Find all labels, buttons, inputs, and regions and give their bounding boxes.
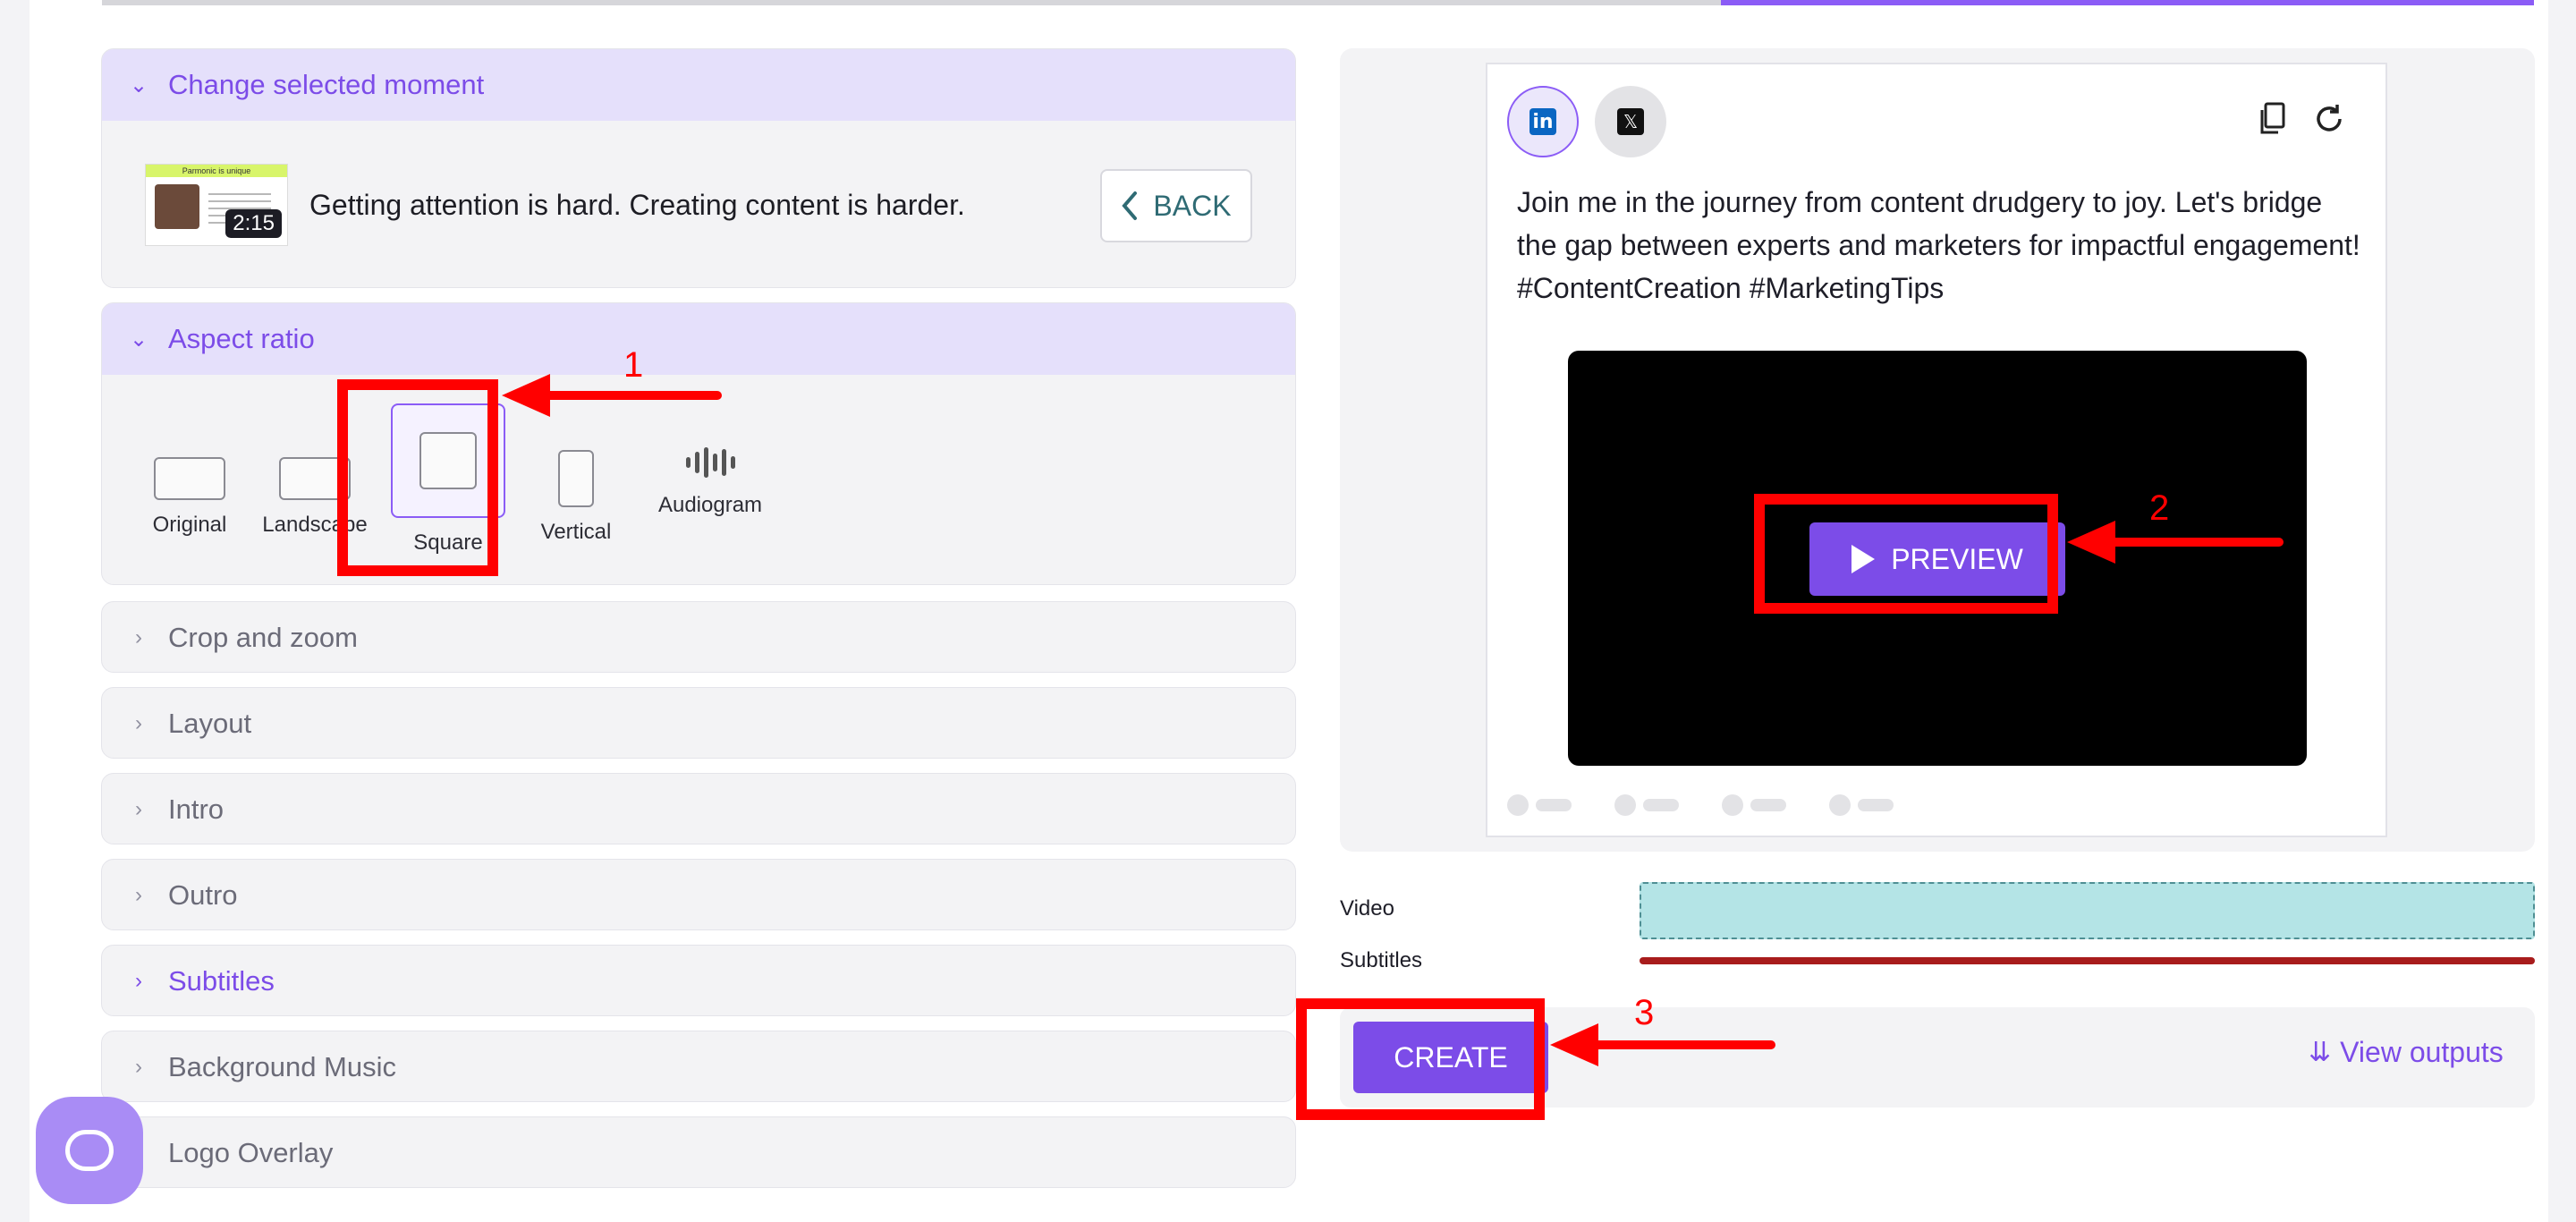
speaker-image: [155, 184, 199, 229]
video-track[interactable]: [1640, 882, 2535, 939]
progress-track: [102, 0, 1721, 5]
annotation-number-2: 2: [2149, 488, 2170, 528]
subtitles-header[interactable]: › Subtitles: [102, 946, 1295, 1015]
logo-overlay-section[interactable]: ›Logo Overlay: [101, 1116, 1296, 1188]
annotation-arrow-line-3: [1588, 1040, 1775, 1049]
reaction-placeholder: [1829, 794, 1894, 816]
section-title: Background Music: [168, 1051, 397, 1082]
back-button[interactable]: BACK: [1100, 169, 1252, 242]
change-moment-header[interactable]: ⌄ Change selected moment: [102, 49, 1295, 121]
section-title: Layout: [168, 708, 252, 739]
chevron-right-icon: ›: [135, 969, 142, 993]
ratio-option-audiogram[interactable]: Audiogram: [648, 430, 773, 518]
crop-zoom-header[interactable]: › Crop and zoom: [102, 602, 1295, 672]
section-title: Intro: [168, 793, 225, 825]
chevron-right-icon: ›: [135, 1055, 142, 1079]
ratio-label: Audiogram: [657, 493, 763, 517]
background-music-header[interactable]: › Background Music: [102, 1031, 1295, 1101]
x-icon: 𝕏: [1617, 108, 1644, 135]
double-chevron-down-icon: ⇊: [2309, 1037, 2332, 1068]
reaction-placeholder: [1614, 794, 1679, 816]
reaction-placeholder: [1722, 794, 1786, 816]
ratio-option-original[interactable]: Original: [145, 430, 234, 538]
duration-badge: 2:15: [225, 209, 282, 238]
linkedin-tab[interactable]: in: [1507, 86, 1579, 157]
section-title: Outro: [168, 879, 238, 911]
section-title: Subtitles: [168, 965, 275, 997]
vertical-ratio-icon: [558, 450, 594, 507]
background-music-section[interactable]: › Background Music: [101, 1031, 1296, 1102]
chevron-right-icon: ›: [135, 797, 142, 821]
aspect-ratio-title: Aspect ratio: [168, 323, 315, 354]
annotation-number-1: 1: [623, 345, 644, 385]
editor-page: ⌄ Change selected moment Parmonic is uni…: [30, 0, 2548, 1222]
logo-overlay-header[interactable]: ›Logo Overlay: [102, 1117, 1295, 1187]
change-moment-section: ⌄ Change selected moment Parmonic is uni…: [101, 48, 1296, 288]
view-outputs-link[interactable]: ⇊ View outputs: [2309, 1036, 2504, 1069]
subtitles-track-label: Subtitles: [1340, 948, 1423, 972]
chevron-down-icon: ⌄: [129, 327, 148, 352]
intro-header[interactable]: › Intro: [102, 774, 1295, 844]
subtitles-track[interactable]: [1640, 957, 2535, 964]
audiogram-icon: [648, 445, 773, 480]
moment-thumbnail[interactable]: Parmonic is unique 2:15: [145, 164, 288, 246]
chevron-down-icon: ⌄: [129, 72, 148, 98]
annotation-box-3: [1296, 998, 1545, 1120]
chevron-right-icon: ›: [135, 625, 142, 649]
ratio-option-vertical[interactable]: Vertical: [531, 430, 621, 545]
annotation-box-1: [337, 379, 498, 576]
chat-widget-button[interactable]: [36, 1097, 143, 1204]
moment-text: Getting attention is hard. Creating cont…: [309, 188, 965, 221]
annotation-arrow-line-2: [2105, 538, 2284, 547]
aspect-ratio-options: Original Landscape Square Vertical Audio…: [102, 375, 1295, 584]
original-ratio-icon: [154, 457, 225, 500]
back-label: BACK: [1153, 189, 1232, 222]
social-post-preview: in 𝕏 Join me in the journey from content…: [1486, 63, 2387, 837]
outro-header[interactable]: › Outro: [102, 860, 1295, 929]
annotation-number-3: 3: [1634, 993, 1655, 1032]
crop-zoom-section[interactable]: › Crop and zoom: [101, 601, 1296, 673]
chevron-right-icon: ›: [135, 883, 142, 907]
layout-header[interactable]: › Layout: [102, 688, 1295, 758]
annotation-box-2: [1754, 494, 2058, 614]
x-tab[interactable]: 𝕏: [1595, 86, 1666, 157]
chevron-right-icon: ›: [135, 711, 142, 735]
chevron-left-icon: [1122, 191, 1138, 220]
view-outputs-label: View outputs: [2340, 1036, 2504, 1068]
video-track-label: Video: [1340, 896, 1394, 921]
chat-icon: [65, 1130, 114, 1171]
section-title: Logo Overlay: [168, 1137, 334, 1168]
annotation-arrow-line-1: [539, 391, 722, 400]
section-title: Crop and zoom: [168, 622, 358, 653]
reaction-placeholder: [1507, 794, 1572, 816]
copy-icon[interactable]: [2257, 102, 2287, 144]
ratio-label: Vertical: [540, 520, 612, 544]
change-moment-title: Change selected moment: [168, 69, 485, 100]
linkedin-icon: in: [1530, 108, 1556, 135]
aspect-ratio-header[interactable]: ⌄ Aspect ratio: [102, 303, 1295, 375]
layout-section[interactable]: › Layout: [101, 687, 1296, 759]
refresh-icon[interactable]: [2312, 102, 2346, 144]
aspect-ratio-section: ⌄ Aspect ratio Original Landscape Square…: [101, 302, 1296, 585]
ratio-label: Original: [152, 513, 227, 537]
post-text: Join me in the journey from content drud…: [1517, 186, 2360, 304]
outro-section[interactable]: › Outro: [101, 859, 1296, 930]
moment-body: Parmonic is unique 2:15 Getting attentio…: [102, 121, 1295, 287]
progress-fill: [1721, 0, 2534, 5]
subtitles-section[interactable]: › Subtitles: [101, 945, 1296, 1016]
intro-section[interactable]: › Intro: [101, 773, 1296, 844]
thumbnail-header: Parmonic is unique: [146, 165, 287, 177]
